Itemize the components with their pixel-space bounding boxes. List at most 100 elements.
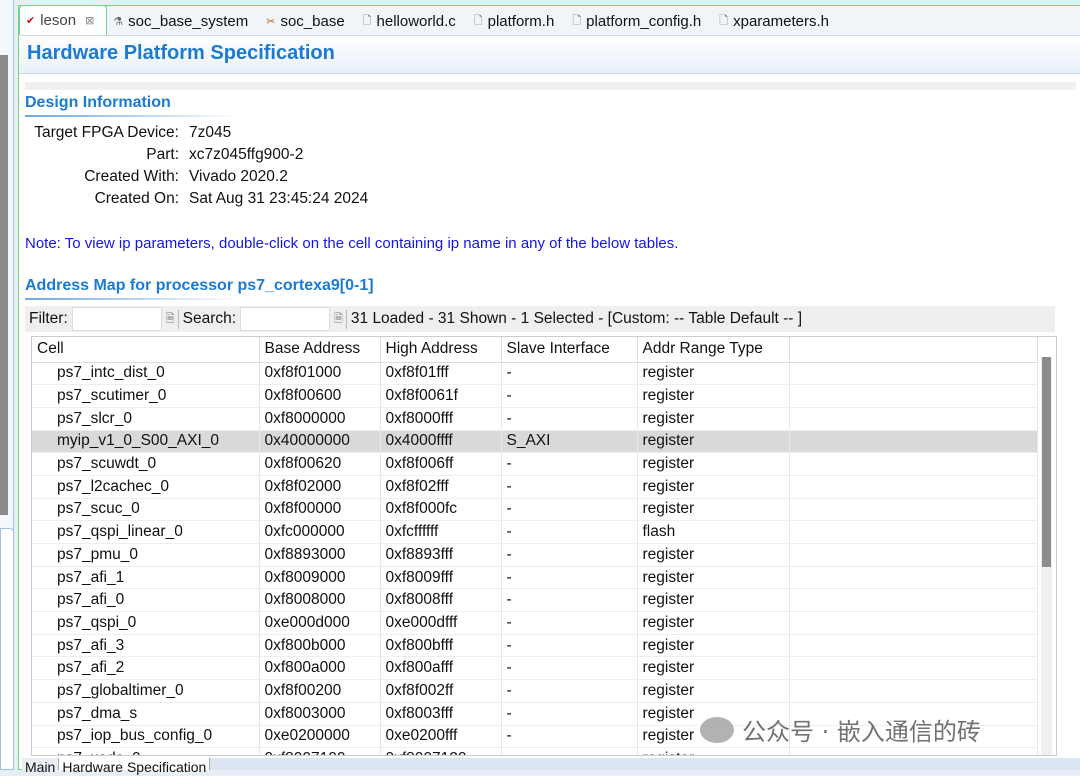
table-row[interactable]: ps7_slcr_0 0xf8000000 0xf8000fff - register — [32, 407, 1038, 431]
slave-interface[interactable]: - — [501, 611, 638, 635]
base-address[interactable]: 0xf8f00620 — [259, 452, 381, 476]
cell-name[interactable]: ps7_afi_0 — [32, 588, 260, 613]
addr-range-type[interactable]: register — [637, 611, 790, 635]
column-header[interactable]: Cell — [32, 337, 260, 363]
addr-range-type[interactable]: register — [637, 566, 790, 590]
slave-interface[interactable]: - — [501, 384, 638, 408]
cell-name[interactable]: ps7_globaltimer_0 — [32, 679, 260, 703]
table-row[interactable]: myip_v1_0_S00_AXI_0 0x40000000 0x4000ffff S… — [32, 430, 1038, 454]
base-address[interactable]: 0xe000d000 — [259, 611, 381, 635]
bottom-tab-main[interactable]: Main — [22, 758, 60, 775]
base-address[interactable]: 0xf8f00000 — [259, 498, 381, 522]
table-row[interactable]: ps7_intc_dist_0 0xf8f01000 0xf8f01fff - regi… — [32, 362, 1038, 386]
cell-name[interactable]: ps7_scutimer_0 — [32, 384, 260, 408]
addr-range-type[interactable]: register — [637, 452, 790, 476]
addr-range-type[interactable]: register — [637, 588, 790, 613]
addr-range-type[interactable]: register — [637, 747, 790, 755]
slave-interface[interactable]: - — [501, 407, 638, 431]
base-address[interactable]: 0x40000000 — [259, 430, 381, 454]
base-address[interactable]: 0xf8009000 — [259, 566, 381, 590]
cell-name[interactable]: ps7_slcr_0 — [32, 407, 260, 431]
tab-helloworld-c[interactable]: 🗋 helloworld.c — [357, 7, 468, 35]
base-address[interactable]: 0xf8f02000 — [259, 475, 381, 499]
addr-range-type[interactable]: register — [637, 679, 790, 703]
table-row[interactable]: ps7_afi_1 0xf8009000 0xf8009fff - register — [32, 566, 1038, 590]
high-address[interactable]: 0xf8f002ff — [380, 679, 502, 703]
high-address[interactable]: 0xf8f006ff — [380, 452, 502, 476]
slave-interface[interactable]: - — [501, 588, 638, 613]
high-address[interactable]: 0xf8f02fff — [380, 475, 502, 499]
search-input[interactable] — [240, 307, 331, 331]
table-row[interactable]: ps7_afi_0 0xf8008000 0xf8008fff - register — [32, 588, 1038, 613]
cell-name[interactable]: ps7_xadc_0 — [32, 747, 260, 755]
base-address[interactable]: 0xf800a000 — [259, 656, 381, 681]
cell-name[interactable]: ps7_intc_dist_0 — [32, 362, 260, 386]
high-address[interactable]: 0xf8f000fc — [380, 498, 502, 522]
base-address[interactable]: 0xf8f00600 — [259, 384, 381, 408]
slave-interface[interactable]: - — [501, 543, 638, 567]
base-address[interactable]: 0xf800b000 — [259, 634, 381, 658]
high-address[interactable]: 0x4000ffff — [380, 430, 502, 454]
high-address[interactable]: 0xf800afff — [380, 656, 502, 681]
slave-interface[interactable]: - — [501, 725, 638, 749]
addr-range-type[interactable]: register — [637, 498, 790, 522]
base-address[interactable]: 0xe0200000 — [259, 725, 381, 749]
column-header[interactable]: High Address — [380, 337, 502, 363]
table-row[interactable]: ps7_globaltimer_0 0xf8f00200 0xf8f002ff - re… — [32, 679, 1038, 703]
cell-name[interactable]: ps7_qspi_0 — [32, 611, 260, 635]
high-address[interactable]: 0xf800bfff — [380, 634, 502, 658]
cell-name[interactable]: ps7_iop_bus_config_0 — [32, 725, 260, 749]
slave-interface[interactable]: - — [501, 702, 638, 726]
base-address[interactable]: 0xf8f01000 — [259, 362, 381, 386]
tab-platform-config-h[interactable]: 🗋 platform_config.h — [566, 7, 713, 35]
base-address[interactable]: 0xf8007100 — [259, 747, 381, 755]
column-header[interactable]: Slave Interface — [501, 337, 638, 363]
column-header[interactable]: Addr Range Type — [637, 337, 790, 363]
high-address[interactable]: 0xf8009fff — [380, 566, 502, 590]
table-row[interactable]: ps7_scutimer_0 0xf8f00600 0xf8f0061f - regis… — [32, 384, 1038, 408]
cell-name[interactable]: ps7_l2cachec_0 — [32, 475, 260, 499]
cell-name[interactable]: myip_v1_0_S00_AXI_0 — [32, 430, 260, 454]
table-row[interactable]: ps7_afi_3 0xf800b000 0xf800bfff - register — [32, 634, 1038, 658]
addr-range-type[interactable]: register — [637, 543, 790, 567]
table-row[interactable]: ps7_qspi_0 0xe000d000 0xe000dfff - register — [32, 611, 1038, 635]
high-address[interactable]: 0xf8893fff — [380, 543, 502, 567]
addr-range-type[interactable]: register — [637, 407, 790, 431]
slave-interface[interactable]: - — [501, 362, 638, 386]
high-address[interactable]: 0xf8000fff — [380, 407, 502, 431]
cell-name[interactable]: ps7_afi_3 — [32, 634, 260, 658]
addr-range-type[interactable]: register — [637, 384, 790, 408]
cell-name[interactable]: ps7_pmu_0 — [32, 543, 260, 567]
clear-filter-icon[interactable]: 🗎 — [166, 309, 179, 329]
addr-range-type[interactable]: register — [637, 656, 790, 681]
high-address[interactable]: 0xf8003fff — [380, 702, 502, 726]
filter-input[interactable] — [71, 307, 162, 331]
slave-interface[interactable]: - — [501, 656, 638, 681]
high-address[interactable]: 0xf8007120 — [380, 747, 502, 755]
base-address[interactable]: 0xfc000000 — [259, 520, 381, 544]
cell-name[interactable]: ps7_scuc_0 — [32, 498, 260, 522]
base-address[interactable]: 0xf8003000 — [259, 702, 381, 726]
table-row[interactable]: ps7_qspi_linear_0 0xfc000000 0xfcffffff - fl… — [32, 520, 1038, 544]
base-address[interactable]: 0xf8000000 — [259, 407, 381, 431]
close-tab-icon[interactable]: ⊠ — [85, 14, 94, 27]
base-address[interactable]: 0xf8008000 — [259, 588, 381, 613]
cell-name[interactable]: ps7_qspi_linear_0 — [32, 520, 260, 544]
tab-xparameters-h[interactable]: 🗋 xparameters.h — [713, 7, 841, 35]
high-address[interactable]: 0xf8008fff — [380, 588, 502, 613]
high-address[interactable]: 0xf8f0061f — [380, 384, 502, 408]
slave-interface[interactable]: - — [501, 475, 638, 499]
cell-name[interactable]: ps7_afi_2 — [32, 656, 260, 681]
clear-search-icon[interactable]: 🗎 — [334, 309, 347, 329]
slave-interface[interactable]: - — [501, 679, 638, 703]
slave-interface[interactable]: S_AXI — [501, 430, 638, 454]
table-row[interactable]: ps7_pmu_0 0xf8893000 0xf8893fff - register — [32, 543, 1038, 567]
base-address[interactable]: 0xf8893000 — [259, 543, 381, 567]
slave-interface[interactable]: - — [501, 452, 638, 476]
slave-interface[interactable]: - — [501, 498, 638, 522]
left-panel-scrollbar[interactable] — [0, 55, 8, 515]
high-address[interactable]: 0xfcffffff — [380, 520, 502, 544]
tab-platform-h[interactable]: 🗋 platform.h — [468, 7, 567, 35]
table-row[interactable]: ps7_l2cachec_0 0xf8f02000 0xf8f02fff - regis… — [32, 475, 1038, 499]
cell-name[interactable]: ps7_afi_1 — [32, 566, 260, 590]
